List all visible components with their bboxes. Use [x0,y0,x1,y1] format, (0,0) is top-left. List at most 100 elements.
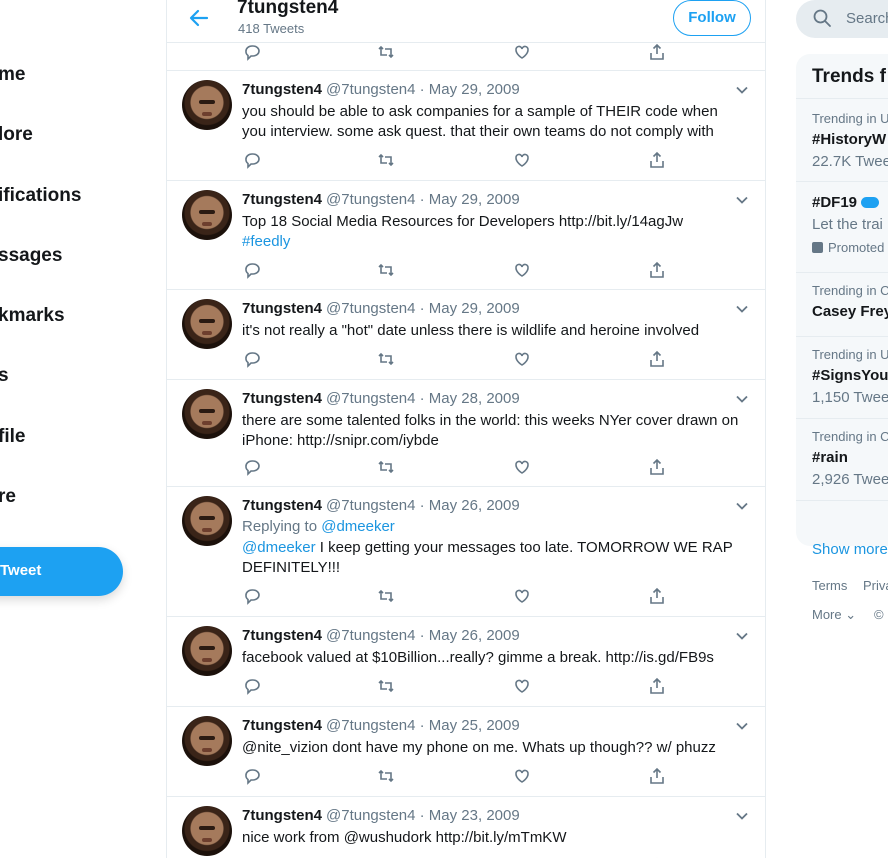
tweet[interactable]: 7tungsten4 @7tungsten4 · May 29, 2009 you … [167,71,765,181]
compose-tweet-button[interactable]: Tweet [0,547,123,596]
avatar[interactable] [182,80,232,130]
tweet-header: 7tungsten4 @7tungsten4 · May 29, 2009 [242,191,520,208]
retweet-icon[interactable] [377,261,397,281]
tweet-author-name[interactable]: 7tungsten4 [242,300,322,317]
tweet-author-name[interactable]: 7tungsten4 [242,81,322,98]
trend-item-promoted[interactable]: #DF19 Let the trai Promoted [796,181,888,272]
footer-privacy[interactable]: Priva [863,578,888,593]
tweet-author-name[interactable]: 7tungsten4 [242,497,322,514]
search-input[interactable]: Search [846,10,888,27]
share-icon[interactable] [648,151,668,171]
like-icon[interactable] [513,587,533,607]
avatar[interactable] [182,626,232,676]
tweet[interactable]: 7tungsten4 @7tungsten4 · May 29, 2009 Top … [167,181,765,290]
mention-link[interactable]: @dmeeker [242,539,316,556]
tweet[interactable]: 7tungsten4 @7tungsten4 · May 28, 2009 ther… [167,380,765,487]
tweet-author-name[interactable]: 7tungsten4 [242,807,322,824]
reply-icon[interactable] [243,43,263,63]
nav-home[interactable]: me [0,64,25,86]
avatar[interactable] [182,389,232,439]
like-icon[interactable] [513,261,533,281]
tweet-author-name[interactable]: 7tungsten4 [242,627,322,644]
reply-icon[interactable] [243,677,263,697]
trend-item[interactable]: Trending in U #SignsYou 1,150 Twee [796,336,888,418]
nav-more[interactable]: re [0,486,16,508]
chevron-down-icon[interactable] [735,499,751,515]
retweet-icon[interactable] [377,677,397,697]
chevron-down-icon[interactable] [735,809,751,825]
reply-icon[interactable] [243,151,263,171]
retweet-icon[interactable] [377,151,397,171]
tweet[interactable]: 7tungsten4 @7tungsten4 · May 26, 2009 face… [167,617,765,707]
reply-icon[interactable] [243,261,263,281]
chevron-down-icon[interactable] [735,629,751,645]
share-icon[interactable] [648,677,668,697]
tweet[interactable]: 7tungsten4 @7tungsten4 · May 26, 2009 Repl… [167,487,765,617]
show-more-link[interactable]: Show more [812,541,888,558]
trend-item[interactable]: Trending in C #rain 2,926 Twee [796,418,888,500]
chevron-down-icon[interactable] [735,302,751,318]
like-icon[interactable] [513,350,533,370]
avatar[interactable] [182,299,232,349]
search-box[interactable]: Search [796,0,888,38]
trend-name: #SignsYou [812,367,888,384]
chevron-down-icon[interactable] [735,83,751,99]
like-icon[interactable] [513,458,533,478]
like-icon[interactable] [513,43,533,63]
share-icon[interactable] [648,261,668,281]
reply-icon[interactable] [243,350,263,370]
chevron-down-icon[interactable] [735,719,751,735]
tweet[interactable]: 7tungsten4 @7tungsten4 · May 29, 2009 it's… [167,290,765,380]
retweet-icon[interactable] [377,587,397,607]
nav-profile[interactable]: file [0,426,25,448]
hashtag-link[interactable]: #feedly [242,233,290,250]
retweet-icon[interactable] [377,767,397,787]
like-icon[interactable] [513,677,533,697]
reply-icon[interactable] [243,458,263,478]
profile-name: 7tungsten4 [237,0,339,18]
share-icon[interactable] [648,587,668,607]
reply-icon[interactable] [243,767,263,787]
footer-more[interactable]: More ⌄ [812,607,856,623]
tweet-author-name[interactable]: 7tungsten4 [242,390,322,407]
trend-item[interactable]: Trending in U #HistoryW 22.7K Twee [796,98,888,181]
tweet-meta: @7tungsten4 · May 26, 2009 [326,497,520,514]
nav-notifications[interactable]: ifications [0,185,81,207]
promoted-label: Promoted [812,240,884,255]
reply-icon[interactable] [243,587,263,607]
tweet[interactable]: 7tungsten4 @7tungsten4 · May 23, 2009 nice… [167,797,765,858]
share-icon[interactable] [648,767,668,787]
retweet-icon[interactable] [377,43,397,63]
avatar[interactable] [182,496,232,546]
like-icon[interactable] [513,151,533,171]
chevron-down-icon[interactable] [735,193,751,209]
share-icon[interactable] [648,43,668,63]
replying-to-link[interactable]: @dmeeker [321,518,395,535]
nav-lists[interactable]: s [0,365,9,387]
tweet-actions [167,43,765,63]
retweet-icon[interactable] [377,350,397,370]
trend-item[interactable]: Trending in C Casey Frey [796,272,888,336]
tweet-author-name[interactable]: 7tungsten4 [242,717,322,734]
nav-bookmarks[interactable]: kmarks [0,305,65,327]
tweet-meta: @7tungsten4 · May 26, 2009 [326,627,520,644]
tweet[interactable]: 7tungsten4 @7tungsten4 · May 25, 2009 @nit… [167,707,765,797]
avatar[interactable] [182,806,232,856]
tweet-author-name[interactable]: 7tungsten4 [242,191,322,208]
nav-explore[interactable]: lore [0,124,33,146]
tweet-text-content: nice work from @wushudork http://bit.ly/… [242,829,567,846]
follow-button[interactable]: Follow [673,0,751,36]
share-icon[interactable] [648,350,668,370]
promoted-icon [812,242,823,253]
avatar[interactable] [182,190,232,240]
nav-messages[interactable]: ssages [0,245,62,267]
tweet-text-content: I keep getting your messages too late. T… [242,539,733,576]
tweet-header: 7tungsten4 @7tungsten4 · May 26, 2009 [242,497,520,514]
chevron-down-icon[interactable] [735,392,751,408]
share-icon[interactable] [648,458,668,478]
retweet-icon[interactable] [377,458,397,478]
back-arrow-icon[interactable] [187,6,211,30]
footer-terms[interactable]: Terms [812,578,847,593]
like-icon[interactable] [513,767,533,787]
avatar[interactable] [182,716,232,766]
